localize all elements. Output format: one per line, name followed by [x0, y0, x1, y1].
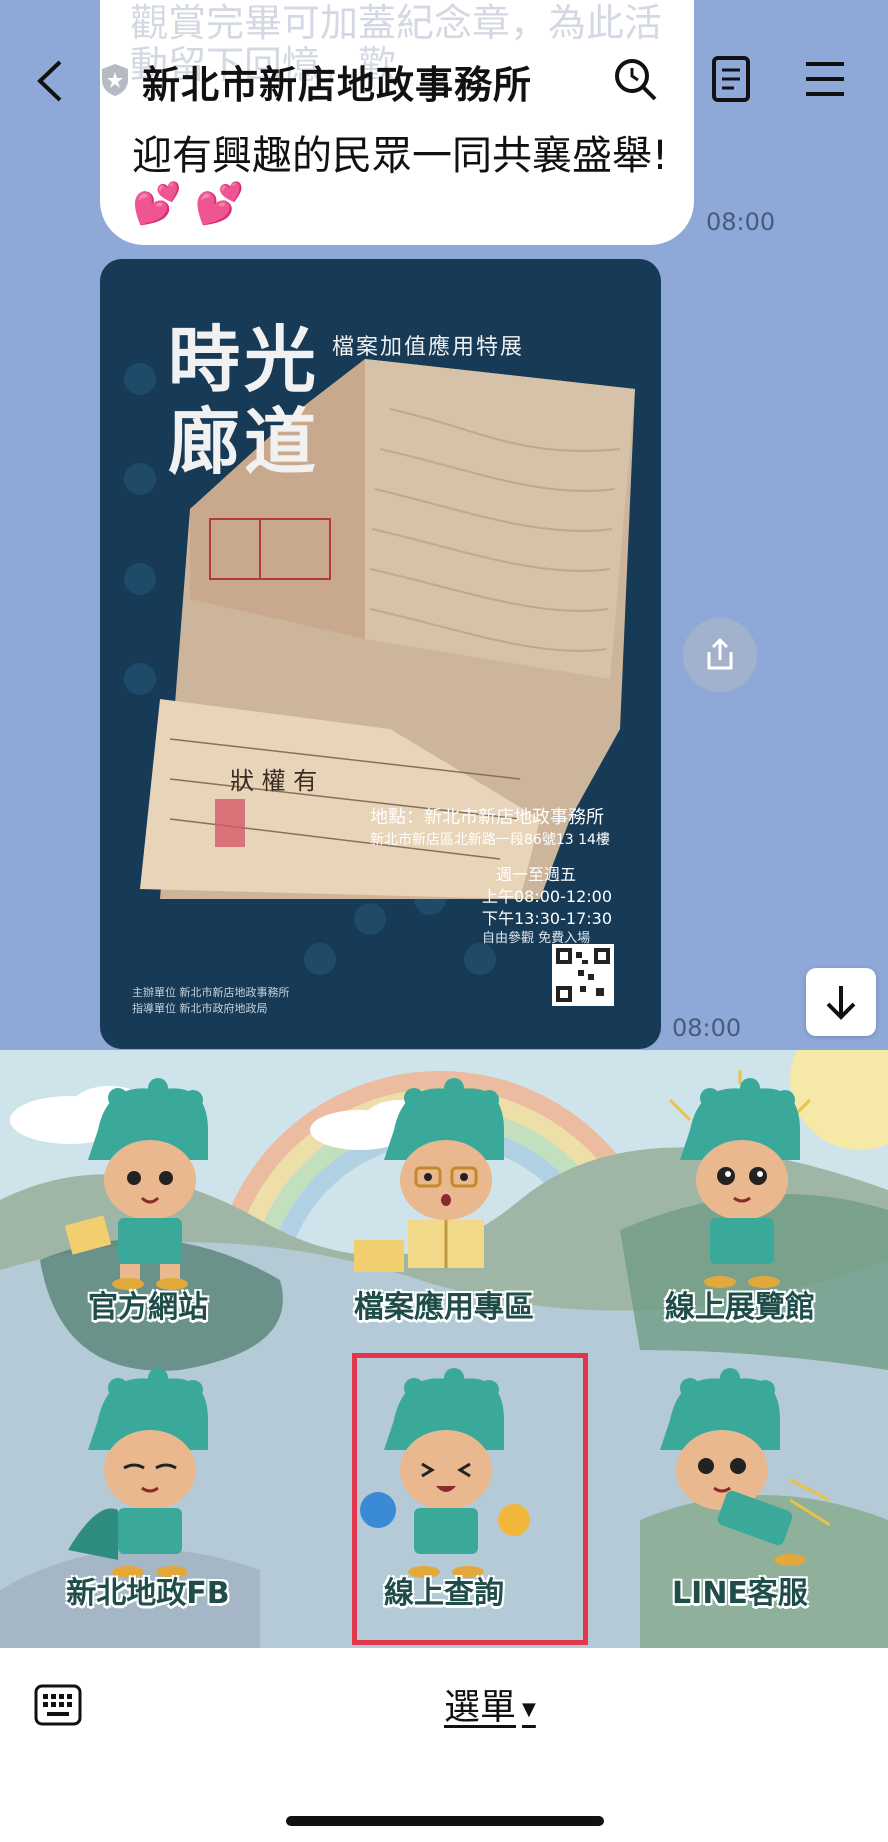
- caret-down-icon: ▼: [522, 1698, 536, 1720]
- mascot-proud-icon: [68, 1368, 208, 1578]
- message-bubble[interactable]: 有展覽紀念戳章，讓參展民眾於觀賞完畢可加蓋紀念章，為此活動留下回憶，歡 迎有興趣…: [100, 0, 694, 245]
- mascot-thumbs-up-icon: [668, 1070, 812, 1288]
- message-time: 08:00: [672, 1014, 742, 1042]
- poster-subtitle: 檔案加值應用特展: [332, 335, 525, 360]
- search-icon: [615, 59, 657, 101]
- poster-image[interactable]: 狀 權 有 時光 廊道 檔案加值應用特展 地點：新北市新店地政事務所 新北市新店…: [100, 259, 661, 1049]
- menu-item-archive-application[interactable]: 檔案應用專區: [296, 1050, 592, 1332]
- notes-button[interactable]: [706, 54, 756, 104]
- menu-button[interactable]: [800, 54, 850, 104]
- menu-item-label: 檔案應用專區: [354, 1290, 534, 1325]
- chat-header: 新北市新店地政事務所: [0, 48, 888, 112]
- poster-address: 地點：新北市新店地政事務所: [370, 807, 604, 828]
- scroll-to-bottom-button[interactable]: [806, 968, 876, 1036]
- poster-hours: 週一至週五 上午08:00-12:00 下午13:30-17:30: [482, 864, 612, 930]
- hamburger-menu-icon: [806, 62, 844, 96]
- mascot-waving-icon: [64, 1078, 208, 1290]
- qr-code: [552, 944, 614, 1006]
- qr-code-graphic: [556, 948, 610, 1002]
- poster-supervisor: 指導單位 新北市政府地政局: [132, 1002, 268, 1015]
- menu-toggle-button[interactable]: 選單 ▼: [444, 1678, 536, 1730]
- svg-text:狀 權 有: 狀 權 有: [230, 767, 317, 795]
- selection-highlight: [352, 1353, 588, 1645]
- poster-title-line1: 時光: [168, 317, 321, 402]
- poster-organizer: 主辦單位 新北市新店地政事務所: [132, 986, 290, 999]
- share-button[interactable]: [683, 618, 757, 692]
- back-button[interactable]: [30, 56, 70, 106]
- poster-organizers: 主辦單位 新北市新店地政事務所 指導單位 新北市政府地政局: [132, 985, 290, 1017]
- menu-item-facebook[interactable]: 新北地政FB: [0, 1340, 296, 1622]
- home-indicator: [286, 1816, 604, 1826]
- keyboard-button[interactable]: [34, 1684, 82, 1726]
- poster-address-detail: 新北市新店區北新路一段86號13 14樓: [370, 832, 610, 848]
- menu-item-label: 新北地政FB: [66, 1576, 230, 1611]
- menu-item-online-exhibition[interactable]: 線上展覽館: [592, 1050, 888, 1332]
- bottom-bar: 選單 ▼: [0, 1648, 888, 1842]
- menu-item-label: LINE客服: [672, 1576, 808, 1611]
- chat-title: 新北市新店地政事務所: [142, 63, 533, 107]
- share-icon: [707, 637, 733, 670]
- verified-badge: [100, 62, 130, 98]
- poster-title: 時光 廊道: [168, 319, 320, 483]
- chat-area[interactable]: 有展覽紀念戳章，讓參展民眾於觀賞完畢可加蓋紀念章，為此活動留下回憶，歡 迎有興趣…: [0, 0, 888, 1050]
- message-time: 08:00: [706, 208, 776, 236]
- search-button[interactable]: [610, 54, 660, 104]
- mascot-flying-icon: [660, 1368, 830, 1566]
- poster-days: 週一至週五: [496, 865, 577, 884]
- keyboard-icon: [34, 1684, 82, 1726]
- poster-hours-am: 上午08:00-12:00: [482, 887, 612, 906]
- menu-item-label: 官方網站: [88, 1290, 208, 1325]
- poster-title-line2: 廊道: [168, 399, 321, 484]
- menu-item-label: 線上展覽館: [665, 1290, 815, 1325]
- notes-icon: [712, 56, 750, 102]
- arrow-down-icon: [826, 986, 856, 1020]
- menu-toggle-label: 選單: [444, 1687, 517, 1728]
- menu-item-official-website[interactable]: 官方網站: [0, 1050, 296, 1332]
- chevron-left-icon: [37, 60, 62, 102]
- menu-item-line-support[interactable]: LINE客服: [592, 1340, 888, 1622]
- shield-icon: [102, 64, 128, 96]
- message-text: 迎有興趣的民眾一同共襄盛舉!💕 💕: [132, 133, 669, 227]
- mascot-reading-icon: [354, 1078, 504, 1272]
